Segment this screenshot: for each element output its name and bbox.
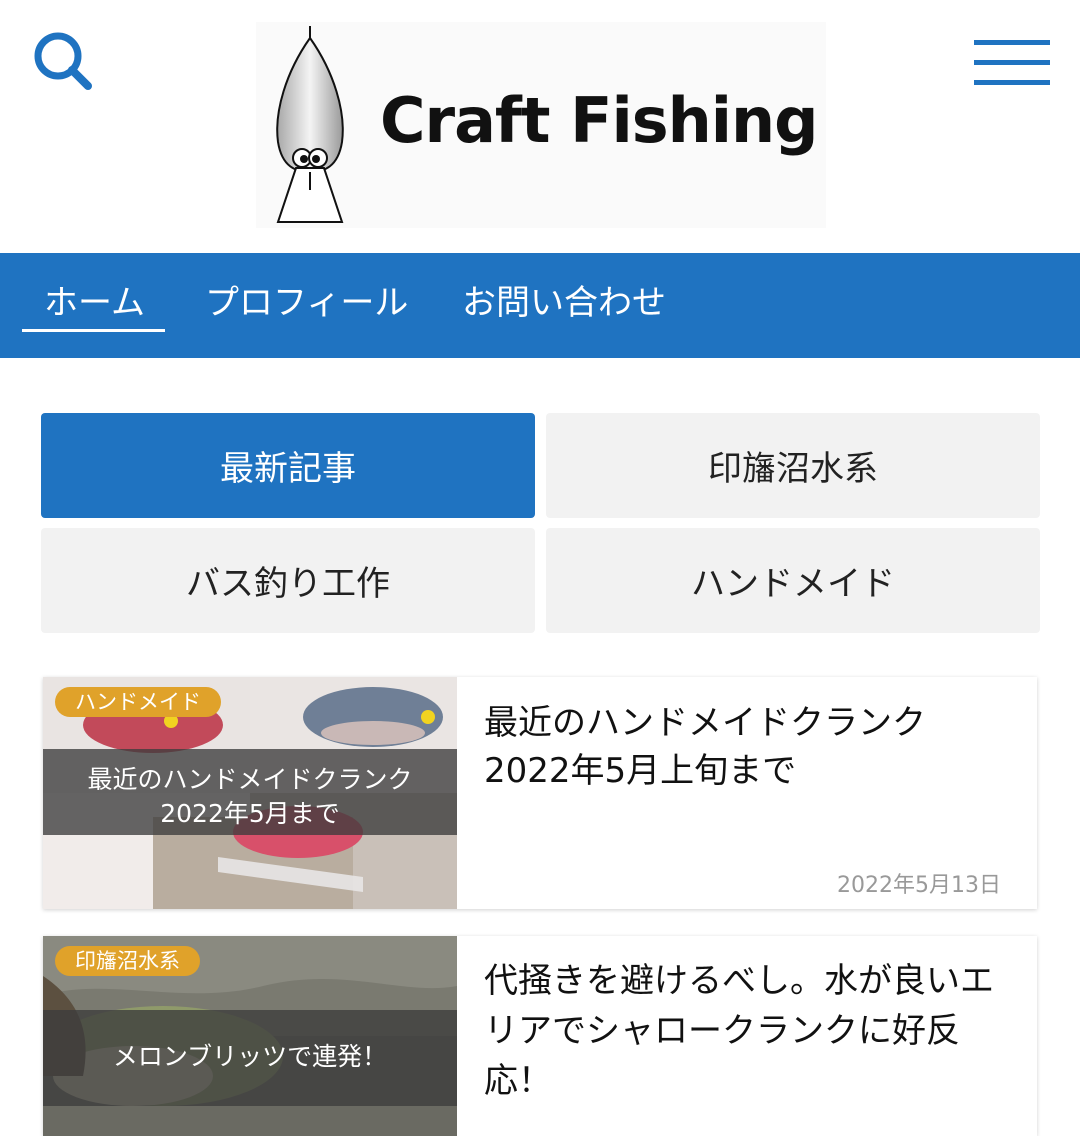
thumbnail-caption: 最近のハンドメイドクランク 2022年5月まで	[43, 749, 457, 835]
article-card[interactable]: 印旛沼水系 メロンブリッツで連発！ 代掻きを避けるべし。水が良いエリアでシャロー…	[43, 936, 1037, 1136]
article-thumbnail[interactable]: 印旛沼水系 メロンブリッツで連発！	[43, 936, 457, 1136]
menu-button[interactable]	[970, 36, 1056, 92]
site-header: Craft Fishing	[0, 0, 1080, 253]
article-title[interactable]: 代掻きを避けるべし。水が良いエリアでシャロークランクに好反応！	[484, 956, 1004, 1106]
category-badge: 印旛沼水系	[55, 946, 200, 976]
thumbnail-caption-line1: メロンブリッツで連発！	[112, 1042, 388, 1071]
tab-handmade[interactable]: ハンドメイド	[546, 528, 1040, 633]
article-card[interactable]: ハンドメイド 最近のハンドメイドクランク 2022年5月まで 最近のハンドメイド…	[43, 677, 1037, 909]
nav-item-contact[interactable]: お問い合わせ	[462, 253, 666, 358]
tab-inbanuma[interactable]: 印旛沼水系	[546, 413, 1040, 518]
nav-item-profile[interactable]: プロフィール	[205, 253, 408, 358]
tab-bass-craft[interactable]: バス釣り工作	[41, 528, 535, 633]
nav-active-indicator	[22, 329, 165, 332]
search-icon	[34, 32, 92, 90]
search-button[interactable]	[28, 26, 98, 96]
article-title[interactable]: 最近のハンドメイドクランク2022年5月上旬まで	[484, 699, 1004, 795]
thumbnail-caption-line1: 最近のハンドメイドクランク	[87, 765, 413, 794]
nav-item-home[interactable]: ホーム	[44, 253, 145, 358]
thumbnail-caption: メロンブリッツで連発！	[43, 1010, 457, 1106]
category-badge: ハンドメイド	[55, 687, 221, 717]
main-nav: ホーム プロフィール お問い合わせ	[0, 253, 1080, 358]
tab-latest-articles[interactable]: 最新記事	[41, 413, 535, 518]
hamburger-menu-icon	[974, 40, 1050, 85]
site-title: Craft Fishing	[380, 84, 819, 157]
thumbnail-caption-line2: 2022年5月まで	[160, 799, 340, 828]
article-date: 2022年5月13日	[837, 873, 1001, 898]
article-thumbnail[interactable]: ハンドメイド 最近のハンドメイドクランク 2022年5月まで	[43, 677, 457, 909]
lure-logo-icon	[276, 26, 344, 223]
site-logo[interactable]: Craft Fishing	[256, 22, 826, 228]
